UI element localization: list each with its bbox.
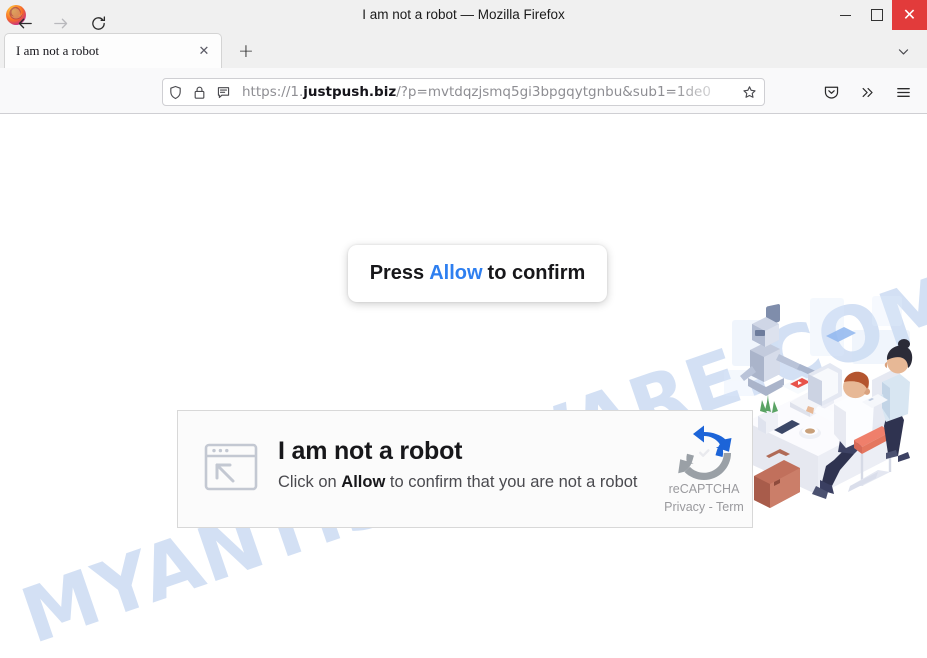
forward-button[interactable] — [47, 10, 73, 36]
recaptcha-name: reCAPTCHA — [668, 482, 740, 496]
captcha-sub-accent: Allow — [341, 473, 386, 491]
page-content: MYANTISPYWARE.COM — [0, 114, 927, 658]
close-button[interactable]: ✕ — [892, 0, 927, 30]
recaptcha-badge: reCAPTCHA Privacy - Term — [656, 425, 752, 514]
tab-i-am-not-a-robot[interactable]: I am not a robot ✕ — [4, 33, 222, 68]
firefox-window: I am not a robot — Mozilla Firefox ✕ I a… — [0, 0, 927, 658]
padlock-icon[interactable] — [187, 81, 211, 103]
captcha-sub-suffix: to confirm that you are not a robot — [389, 473, 638, 491]
close-icon: ✕ — [902, 5, 917, 24]
address-bar[interactable]: https://1.justpush.biz/?p=mvtdqzjsmq5gi3… — [162, 78, 765, 106]
browser-window-cursor-icon — [203, 441, 259, 493]
allow-tooltip-accent: Allow — [429, 262, 483, 284]
tab-close-icon[interactable]: ✕ — [192, 39, 216, 63]
speech-bubble-icon[interactable] — [211, 81, 235, 103]
title-bar: I am not a robot — Mozilla Firefox ✕ — [0, 0, 927, 31]
list-all-tabs-icon[interactable] — [889, 37, 917, 65]
star-icon[interactable] — [736, 79, 762, 105]
new-tab-button[interactable]: + — [232, 37, 260, 65]
allow-tooltip-suffix: to confirm — [487, 262, 586, 284]
recaptcha-logo-icon — [676, 425, 732, 481]
maximize-button[interactable] — [861, 0, 892, 30]
url-host: justpush.biz — [303, 84, 397, 100]
window-title: I am not a robot — Mozilla Firefox — [362, 7, 565, 22]
url-text[interactable]: https://1.justpush.biz/?p=mvtdqzjsmq5gi3… — [242, 84, 732, 100]
captcha-subtext: Click on Allow to confirm that you are n… — [278, 473, 638, 492]
allow-tooltip-prefix: Press — [369, 262, 425, 284]
url-scheme: https://1. — [242, 84, 304, 100]
captcha-card: I am not a robot Click on Allow to confi… — [177, 410, 753, 528]
double-chevron-icon[interactable] — [854, 79, 880, 105]
recaptcha-links[interactable]: Privacy - Term — [656, 500, 752, 514]
captcha-sub-prefix: Click on — [278, 473, 337, 491]
minimize-button[interactable] — [830, 0, 861, 30]
captcha-heading: I am not a robot — [278, 437, 463, 465]
hamburger-menu-icon[interactable] — [890, 79, 916, 105]
tab-strip: I am not a robot ✕ + — [0, 30, 927, 69]
press-allow-tooltip: Press Allow to confirm — [348, 245, 607, 302]
url-path: /?p=mvtdqzjsmq5gi3bpgqytgnbu&sub1=1de0 — [396, 84, 711, 100]
reload-button[interactable] — [85, 10, 111, 36]
pocket-icon[interactable] — [818, 79, 844, 105]
shield-icon[interactable] — [163, 81, 187, 103]
tab-title: I am not a robot — [16, 43, 100, 58]
back-button[interactable] — [12, 10, 38, 36]
window-controls: ✕ — [830, 0, 927, 30]
